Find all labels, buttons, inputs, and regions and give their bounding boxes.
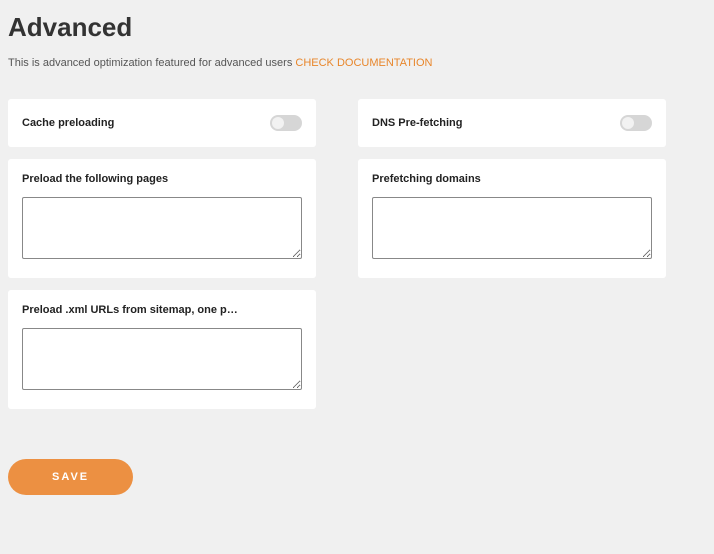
preload-pages-card: Preload the following pages — [8, 159, 316, 278]
cache-preloading-card: Cache preloading — [8, 99, 316, 147]
check-documentation-link[interactable]: CHECK DOCUMENTATION — [295, 57, 432, 69]
preload-sitemap-label: Preload .xml URLs from sitemap, one p… — [22, 304, 302, 316]
subtitle-text: This is advanced optimization featured f… — [8, 57, 295, 69]
prefetching-domains-label: Prefetching domains — [372, 173, 652, 185]
dns-prefetching-label: DNS Pre-fetching — [372, 117, 462, 129]
footer: SAVE — [8, 459, 706, 495]
cache-preloading-toggle[interactable] — [270, 115, 302, 131]
save-button[interactable]: SAVE — [8, 459, 133, 495]
dns-prefetching-toggle[interactable] — [620, 115, 652, 131]
dns-prefetching-card: DNS Pre-fetching — [358, 99, 666, 147]
page-title: Advanced — [8, 12, 706, 43]
right-column: DNS Pre-fetching Prefetching domains — [358, 99, 666, 278]
page-subtitle: This is advanced optimization featured f… — [8, 57, 706, 69]
left-column: Cache preloading Preload the following p… — [8, 99, 316, 409]
preload-pages-textarea[interactable] — [22, 197, 302, 259]
preload-sitemap-textarea[interactable] — [22, 328, 302, 390]
preload-pages-label: Preload the following pages — [22, 173, 302, 185]
prefetching-domains-card: Prefetching domains — [358, 159, 666, 278]
prefetching-domains-textarea[interactable] — [372, 197, 652, 259]
columns-container: Cache preloading Preload the following p… — [8, 99, 706, 409]
preload-sitemap-card: Preload .xml URLs from sitemap, one p… — [8, 290, 316, 409]
cache-preloading-label: Cache preloading — [22, 117, 114, 129]
